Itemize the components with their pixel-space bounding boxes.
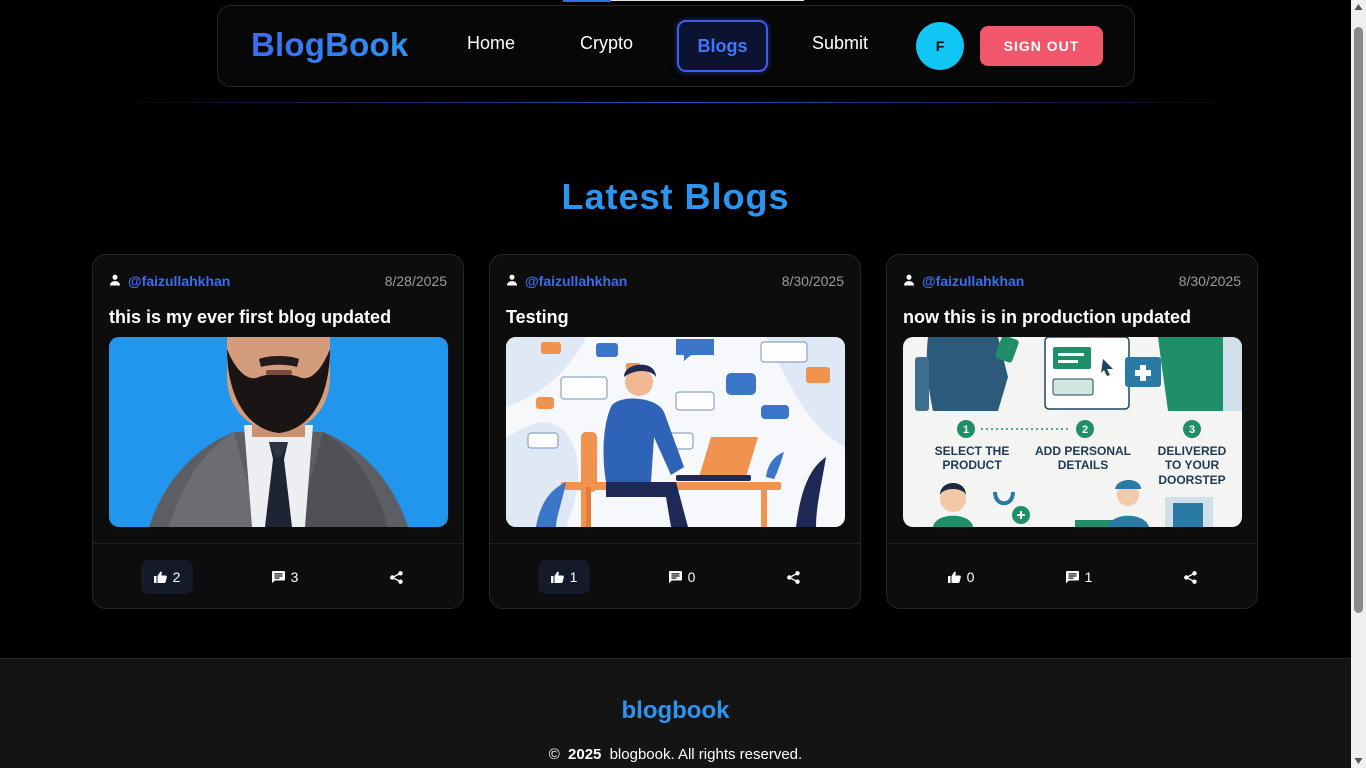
step-3-label-b: TO YOUR bbox=[1165, 458, 1220, 472]
card-title[interactable]: now this is in production updated bbox=[903, 307, 1241, 328]
card-date: 8/30/2025 bbox=[1178, 273, 1241, 289]
avatar[interactable]: F bbox=[916, 22, 964, 70]
card-date: 8/30/2025 bbox=[781, 273, 844, 289]
footer: blogbook © 2025 blogbook. All rights res… bbox=[0, 658, 1351, 768]
like-button[interactable]: 0 bbox=[935, 560, 987, 594]
nav-blogs[interactable]: Blogs bbox=[677, 20, 768, 72]
copyright-year: 2025 bbox=[568, 746, 602, 763]
nav-crypto[interactable]: Crypto bbox=[580, 33, 633, 54]
share-icon bbox=[1183, 570, 1197, 584]
card-image-portrait[interactable] bbox=[109, 337, 448, 527]
step-number-2: 2 bbox=[1082, 424, 1088, 436]
laptop-illustration-image bbox=[506, 337, 845, 527]
step-1-label: SELECT THE bbox=[935, 444, 1010, 458]
step-2-label: ADD PERSONAL bbox=[1035, 444, 1131, 458]
brand-logo[interactable]: BlogBook bbox=[251, 26, 408, 64]
share-icon bbox=[786, 570, 800, 584]
user-icon bbox=[507, 274, 517, 286]
nav-submit[interactable]: Submit bbox=[812, 33, 868, 54]
comment-button[interactable]: 3 bbox=[263, 560, 307, 594]
scroll-up-arrow-icon[interactable] bbox=[1354, 3, 1363, 11]
comment-icon bbox=[668, 571, 682, 583]
step-3-label-c: DOORSTEP bbox=[1158, 473, 1225, 487]
card-author[interactable]: @faizullahkhan bbox=[525, 273, 627, 289]
page-scrollbar[interactable] bbox=[1351, 0, 1366, 768]
blog-card[interactable]: @faizullahkhan 8/30/2025 Testing 1 0 bbox=[489, 254, 861, 609]
share-icon bbox=[389, 570, 403, 584]
comment-icon bbox=[1065, 571, 1079, 583]
thumbs-up-icon bbox=[550, 571, 564, 583]
page: BlogBook Home Crypto Blogs Submit F SIGN… bbox=[0, 0, 1366, 768]
share-button[interactable] bbox=[778, 560, 808, 594]
footer-brand[interactable]: blogbook bbox=[0, 697, 1351, 725]
card-author[interactable]: @faizullahkhan bbox=[922, 273, 1024, 289]
card-title[interactable]: this is my ever first blog updated bbox=[109, 307, 447, 328]
step-number-1: 1 bbox=[963, 424, 969, 436]
sign-out-button[interactable]: SIGN OUT bbox=[980, 26, 1103, 66]
step-2-label-b: DETAILS bbox=[1058, 458, 1108, 472]
step-1-label-b: PRODUCT bbox=[942, 458, 1002, 472]
like-count: 2 bbox=[172, 569, 181, 585]
comment-count: 3 bbox=[290, 569, 299, 585]
thumbs-up-icon bbox=[947, 571, 961, 583]
scroll-down-arrow-icon[interactable] bbox=[1354, 757, 1363, 765]
like-count: 1 bbox=[569, 569, 578, 585]
header-divider bbox=[93, 102, 1259, 103]
comment-icon bbox=[271, 571, 285, 583]
copyright-text: blogbook. All rights reserved. bbox=[609, 746, 803, 763]
thumbs-up-icon bbox=[153, 571, 167, 583]
user-icon bbox=[110, 274, 120, 286]
step-number-3: 3 bbox=[1189, 424, 1195, 436]
step-3-label: DELIVERED bbox=[1158, 444, 1227, 458]
user-icon bbox=[904, 274, 914, 286]
nav-home[interactable]: Home bbox=[467, 33, 515, 54]
like-button[interactable]: 2 bbox=[141, 560, 193, 594]
navbar: BlogBook Home Crypto Blogs Submit F SIGN… bbox=[217, 5, 1135, 87]
card-meta: @faizullahkhan 8/30/2025 bbox=[506, 273, 844, 289]
portrait-image bbox=[109, 337, 448, 527]
comment-count: 0 bbox=[687, 569, 696, 585]
comment-count: 1 bbox=[1084, 569, 1093, 585]
card-separator bbox=[490, 543, 860, 544]
card-date: 8/28/2025 bbox=[384, 273, 447, 289]
card-separator bbox=[93, 543, 463, 544]
top-progress-strip bbox=[563, 0, 804, 2]
like-count: 0 bbox=[966, 569, 975, 585]
comment-button[interactable]: 0 bbox=[660, 560, 704, 594]
share-button[interactable] bbox=[381, 560, 411, 594]
card-meta: @faizullahkhan 8/28/2025 bbox=[109, 273, 447, 289]
delivery-steps-image: 1 2 3 SELECT THE PRODUCT ADD PERSONAL DE… bbox=[903, 337, 1242, 527]
blog-card[interactable]: @faizullahkhan 8/30/2025 now this is in … bbox=[886, 254, 1258, 609]
card-author[interactable]: @faizullahkhan bbox=[128, 273, 230, 289]
footer-copyright: © 2025 blogbook. All rights reserved. bbox=[0, 746, 1351, 763]
page-title: Latest Blogs bbox=[561, 176, 790, 217]
card-meta: @faizullahkhan 8/30/2025 bbox=[903, 273, 1241, 289]
card-separator bbox=[887, 543, 1257, 544]
copyright-symbol: © bbox=[548, 746, 560, 763]
share-button[interactable] bbox=[1175, 560, 1205, 594]
card-title[interactable]: Testing bbox=[506, 307, 844, 328]
card-image-delivery-steps[interactable]: 1 2 3 SELECT THE PRODUCT ADD PERSONAL DE… bbox=[903, 337, 1242, 527]
comment-button[interactable]: 1 bbox=[1057, 560, 1101, 594]
scrollbar-thumb[interactable] bbox=[1354, 27, 1363, 613]
like-button[interactable]: 1 bbox=[538, 560, 590, 594]
blog-card[interactable]: @faizullahkhan 8/28/2025 this is my ever… bbox=[92, 254, 464, 609]
card-image-laptop-illustration[interactable] bbox=[506, 337, 845, 527]
